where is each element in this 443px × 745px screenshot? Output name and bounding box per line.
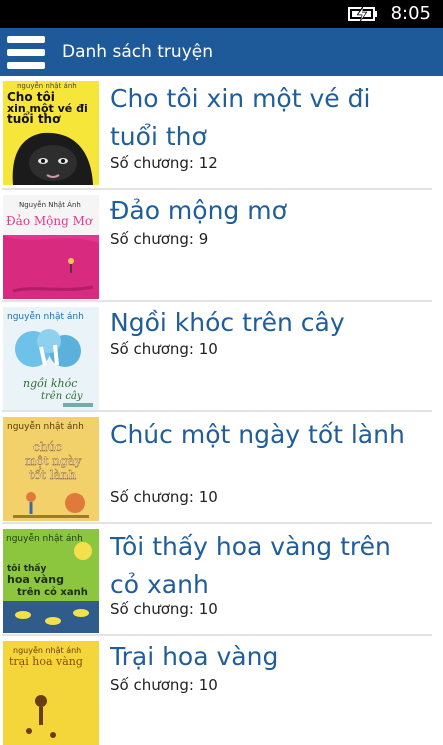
book-cover-image: nguyễn nhật ánh tôi thấy hoa vàng trên c… xyxy=(3,529,99,633)
cover-title: trại hoa vàng xyxy=(9,655,83,668)
book-cover-image: nguyễn nhật ánh Cho tôi xin một vé đi tu… xyxy=(3,81,99,185)
book-cover-image: Nguyễn Nhật Ánh Đảo Mộng Mơ xyxy=(3,195,99,299)
story-title: Ngồi khóc trên cây xyxy=(110,308,345,337)
story-item-dao-mong-mo[interactable]: Nguyễn Nhật Ánh Đảo Mộng Mơ Đảo mộng mơ … xyxy=(0,190,432,302)
story-title: Chúc một ngày tốt lành xyxy=(110,420,405,449)
app-header: Danh sách truyện xyxy=(0,28,443,76)
chapter-count: Số chương: 10 xyxy=(110,676,218,694)
chapter-count: Số chương: 10 xyxy=(110,600,218,618)
story-title: Tôi thấy hoa vàng trên cỏ xanh xyxy=(110,532,391,599)
battery-charging-icon xyxy=(348,6,377,22)
story-item-ngoi-khoc-tren-cay[interactable]: nguyễn nhật ánh ngồi khóc trên cây Ngồi … xyxy=(0,302,432,412)
chapter-count: Số chương: 10 xyxy=(110,340,218,358)
story-title: Trại hoa vàng xyxy=(110,642,279,671)
cover-title: chúc xyxy=(33,440,62,454)
cover-author: nguyễn nhật ánh xyxy=(7,311,84,322)
chapter-count: Số chương: 9 xyxy=(110,230,209,248)
cover-title: trên cỏ xanh xyxy=(17,586,88,598)
cover-title: một ngày xyxy=(25,454,82,468)
clock-time: 8:05 xyxy=(390,3,431,24)
story-item-toi-thay-hoa-vang-tren-co-xanh[interactable]: nguyễn nhật ánh tôi thấy hoa vàng trên c… xyxy=(0,524,432,636)
story-title: Cho tôi xin một vé đi tuổi thơ xyxy=(110,84,371,151)
cover-title: tuổi thơ xyxy=(7,111,61,126)
story-item-trai-hoa-vang[interactable]: nguyễn nhật ánh trại hoa vàng Trại hoa v… xyxy=(0,636,432,745)
status-bar: 8:05 xyxy=(0,0,443,28)
cover-title: hoa vàng xyxy=(7,573,64,586)
book-cover-image: nguyễn nhật ánh trại hoa vàng xyxy=(3,641,99,745)
cover-title: trên cây xyxy=(41,391,83,402)
story-item-cho-toi-xin-mot-ve-di-tuoi-tho[interactable]: nguyễn nhật ánh Cho tôi xin một vé đi tu… xyxy=(0,76,432,190)
cover-title: ngồi khóc xyxy=(23,377,77,390)
chapter-count: Số chương: 12 xyxy=(110,154,218,172)
hamburger-menu-icon[interactable] xyxy=(5,32,47,72)
book-cover-image: nguyễn nhật ánh chúc một ngày tốt lành xyxy=(3,417,99,521)
cover-author: nguyễn nhật ánh xyxy=(7,421,84,432)
cover-author: Nguyễn Nhật Ánh xyxy=(19,200,81,209)
book-cover-image: nguyễn nhật ánh ngồi khóc trên cây xyxy=(3,307,99,411)
story-item-chuc-mot-ngay-tot-lanh[interactable]: nguyễn nhật ánh chúc một ngày tốt lành C… xyxy=(0,412,432,524)
cover-title: tốt lành xyxy=(29,467,77,482)
cover-author: nguyễn nhật ánh xyxy=(6,533,83,544)
cover-title: Đảo Mộng Mơ xyxy=(6,214,93,228)
story-title: Đảo mộng mơ xyxy=(110,196,287,225)
chapter-count: Số chương: 10 xyxy=(110,488,218,506)
cover-author: nguyễn nhật ánh xyxy=(17,81,77,90)
page-title: Danh sách truyện xyxy=(62,42,213,62)
